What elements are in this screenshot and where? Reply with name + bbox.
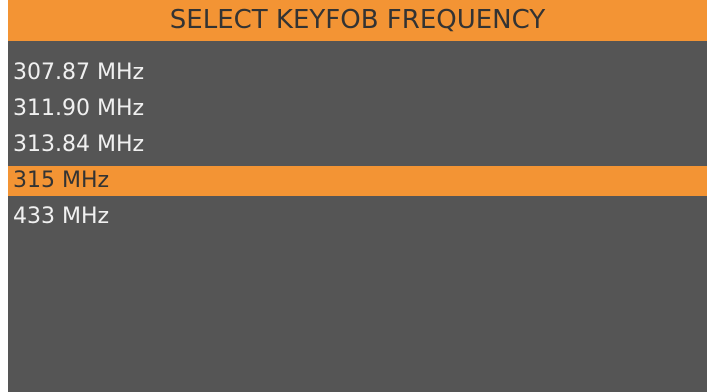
frequency-item-315-selected[interactable]: 315 MHz: [8, 166, 707, 196]
device-screen: SELECT KEYFOB FREQUENCY 307.87 MHz 311.9…: [8, 0, 707, 392]
page-title: SELECT KEYFOB FREQUENCY: [8, 0, 707, 41]
frequency-item-313-84[interactable]: 313.84 MHz: [8, 127, 707, 163]
frequency-item-433[interactable]: 433 MHz: [8, 199, 707, 235]
frequency-item-307-87[interactable]: 307.87 MHz: [8, 55, 707, 91]
frequency-list: 307.87 MHz 311.90 MHz 313.84 MHz 315 MHz…: [8, 55, 707, 235]
left-border: [0, 0, 8, 392]
frequency-item-311-90[interactable]: 311.90 MHz: [8, 91, 707, 127]
